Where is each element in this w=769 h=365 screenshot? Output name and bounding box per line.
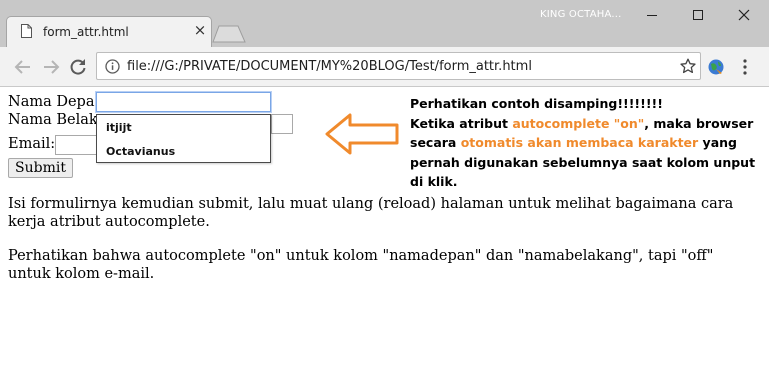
label-nama-depan: Nama Depan: (8, 94, 109, 110)
submit-button[interactable]: Submit (8, 158, 73, 178)
tab-title: form_attr.html (43, 25, 129, 39)
annotation-body: Ketika atribut autocomplete "on", maka b… (410, 114, 765, 192)
left-arrow-icon (325, 113, 399, 155)
address-bar[interactable]: file:///G:/PRIVATE/DOCUMENT/MY%20BLOG/Te… (96, 52, 701, 80)
email-input[interactable] (55, 135, 97, 155)
browser-toolbar: file:///G:/PRIVATE/DOCUMENT/MY%20BLOG/Te… (0, 47, 769, 87)
star-icon[interactable] (680, 58, 696, 74)
minimize-icon (647, 15, 657, 16)
browser-tab[interactable]: form_attr.html × (6, 16, 212, 47)
annotation-highlight: autocomplete "on" (512, 115, 645, 131)
forward-arrow-icon[interactable] (41, 57, 61, 77)
label-email: Email: (8, 136, 56, 152)
page-icon (21, 24, 32, 38)
maximize-icon (693, 10, 703, 20)
annotation-highlight: otomatis akan membaca karakter (460, 135, 699, 150)
info-icon[interactable] (105, 59, 120, 74)
autocomplete-option[interactable]: Octavianus (106, 145, 175, 158)
annotation-text: Ketika atribut (410, 115, 513, 131)
autocomplete-dropdown: itjijt Octavianus (96, 114, 271, 163)
globe-extension-icon[interactable] (707, 58, 725, 76)
annotation-note: Perhatikan contoh disamping!!!!!!!! Keti… (410, 94, 765, 192)
profile-name[interactable]: KING OCTAHA... (540, 9, 621, 20)
nama-belakang-input[interactable] (271, 114, 293, 134)
kebab-menu-icon[interactable] (741, 58, 749, 76)
reload-icon[interactable] (68, 57, 88, 77)
tab-close-icon[interactable]: × (191, 21, 209, 39)
close-window-button[interactable] (721, 0, 767, 30)
back-arrow-icon[interactable] (13, 57, 33, 77)
autocomplete-note-paragraph: Perhatikan bahwa autocomplete "on" untuk… (8, 248, 714, 282)
label-nama-belakang: Nama Belaka (8, 112, 107, 128)
new-tab-button[interactable] (212, 25, 246, 43)
page-content: Nama Depan: Nama Belaka Email: Submit it… (0, 87, 769, 365)
annotation-heading: Perhatikan contoh disamping!!!!!!!! (410, 96, 663, 111)
close-icon (738, 9, 750, 21)
autocomplete-option[interactable]: itjijt (106, 121, 132, 134)
title-bar: form_attr.html × KING OCTAHA... (0, 0, 769, 47)
url-text[interactable]: file:///G:/PRIVATE/DOCUMENT/MY%20BLOG/Te… (127, 59, 532, 74)
instruction-paragraph: Isi formulirnya kemudian submit, lalu mu… (8, 196, 734, 230)
maximize-button[interactable] (675, 0, 721, 30)
nama-depan-input[interactable] (95, 91, 272, 113)
minimize-button[interactable] (629, 0, 675, 30)
